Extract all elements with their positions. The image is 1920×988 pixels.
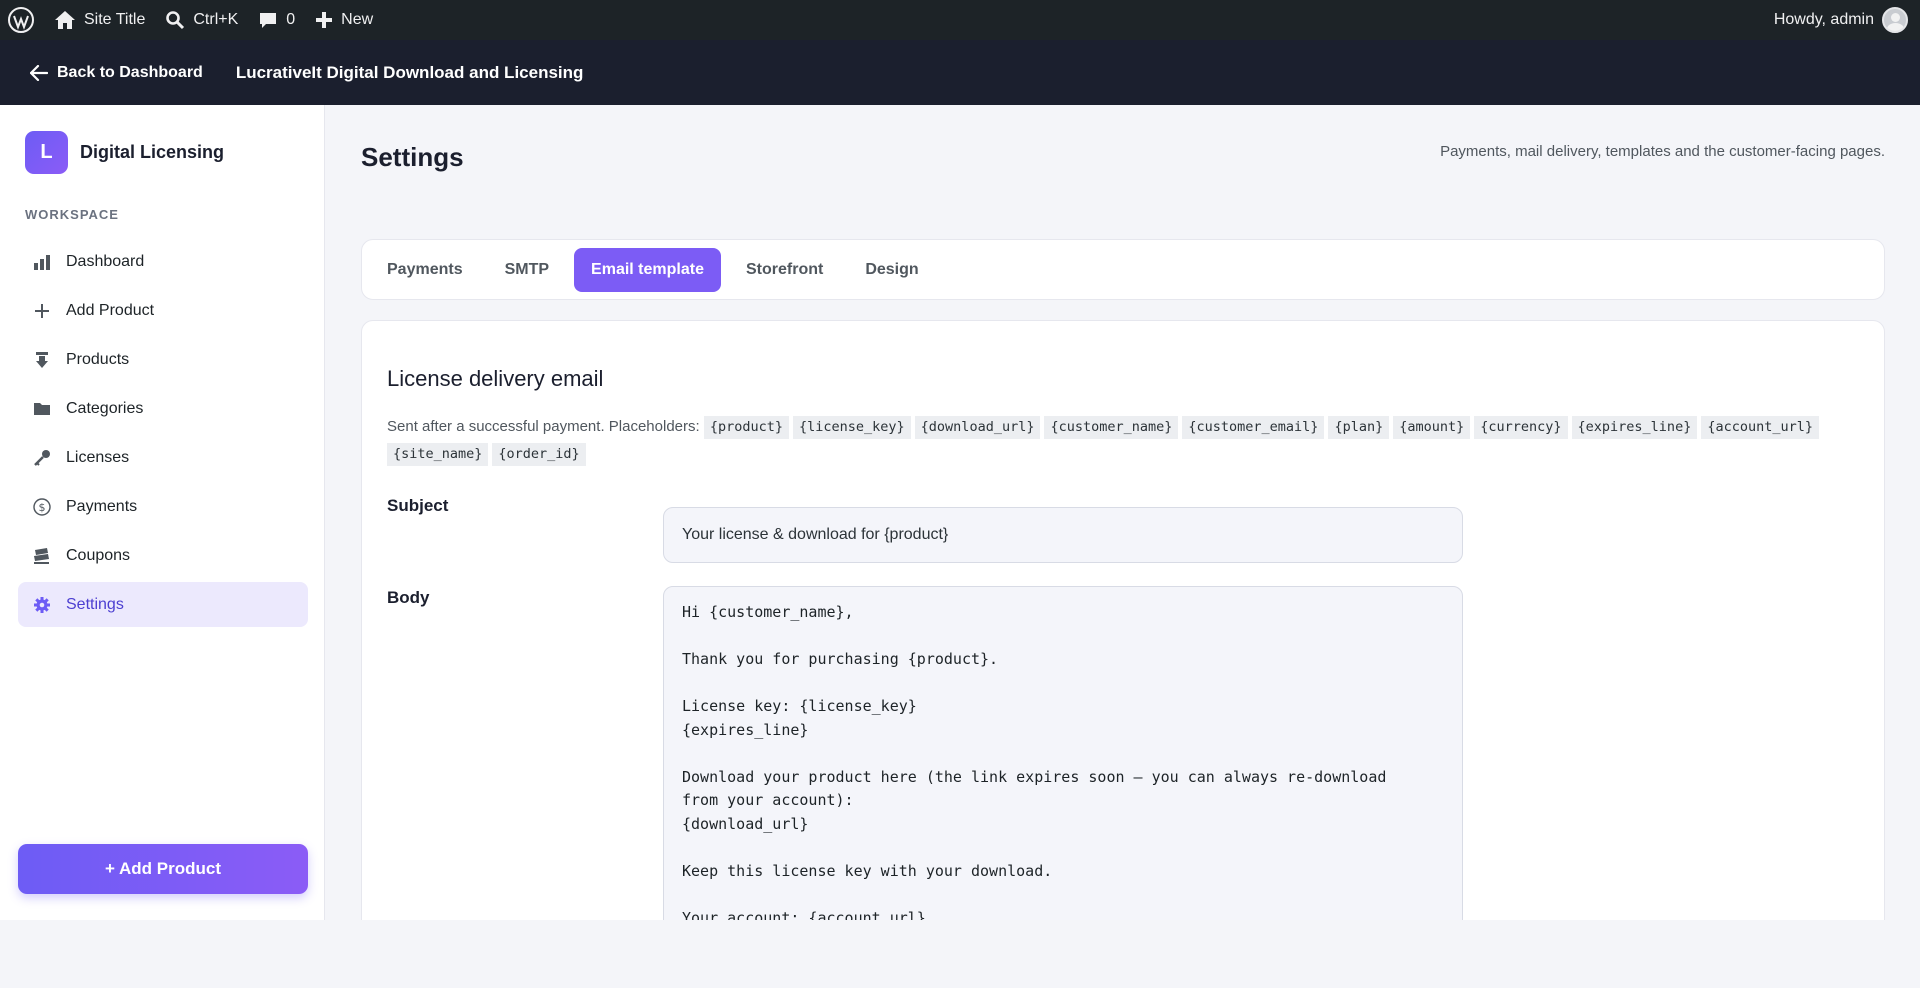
sidebar-item-label: Settings [66, 595, 124, 613]
add-product-button[interactable]: + Add Product [18, 844, 308, 894]
placeholder-code: {customer_email} [1182, 415, 1325, 439]
comments-link[interactable]: 0 [248, 0, 305, 40]
chart-bar-icon [32, 252, 52, 272]
page-footer-area [0, 920, 1920, 988]
sidebar-item-label: Dashboard [66, 252, 145, 270]
site-title-label: Site Title [84, 11, 146, 28]
folder-icon [32, 399, 52, 419]
sidebar-item-label: Products [66, 350, 130, 368]
tab-smtp[interactable]: SMTP [488, 248, 566, 292]
avatar [1882, 7, 1908, 33]
brand: L Digital Licensing [25, 131, 224, 174]
svg-text:$: $ [39, 501, 46, 514]
sidebar-item-add-product[interactable]: Add Product [18, 288, 308, 333]
body-label: Body [387, 588, 430, 607]
sidebar-item-label: Coupons [66, 546, 131, 564]
workspace-section-label: WORKSPACE [25, 207, 119, 222]
sidebar-item-coupons[interactable]: Coupons [18, 533, 308, 578]
placeholder-code: {download_url} [914, 415, 1041, 439]
sidebar-item-dashboard[interactable]: Dashboard [18, 239, 308, 284]
sidebar-item-label: Add Product [66, 301, 155, 319]
sidebar-item-products[interactable]: Products [18, 337, 308, 382]
wordpress-logo-icon [8, 7, 34, 33]
arrow-left-icon [30, 64, 48, 81]
dollar-circle-icon: $ [32, 497, 52, 517]
sidebar-item-label: Licenses [66, 448, 130, 466]
tab-payments[interactable]: Payments [370, 248, 480, 292]
subject-input[interactable]: Your license & download for {product} [663, 507, 1463, 563]
new-label: New [341, 11, 374, 28]
brand-name: Digital Licensing [80, 142, 225, 162]
sidebar-nav: Dashboard Add Product Products Categorie… [18, 239, 308, 631]
settings-tabs: Payments SMTP Email template Storefront … [361, 239, 1885, 300]
search-icon [166, 11, 185, 30]
tab-design[interactable]: Design [848, 248, 935, 292]
wordpress-logo-button[interactable] [0, 0, 44, 40]
sidebar-item-payments[interactable]: $ Payments [18, 484, 308, 529]
tab-email-template[interactable]: Email template [574, 247, 721, 292]
email-template-card: License delivery email Sent after a succ… [361, 320, 1885, 986]
help-text: Sent after a successful payment. Placeho… [387, 418, 700, 435]
placeholder-code: {amount} [1393, 415, 1471, 439]
placeholder-code: {site_name} [387, 442, 489, 466]
sidebar-item-label: Categories [66, 399, 144, 417]
sidebar-item-settings[interactable]: Settings [18, 582, 308, 627]
download-icon [32, 350, 52, 370]
sidebar-item-licenses[interactable]: Licenses [18, 435, 308, 480]
new-content-link[interactable]: New [305, 0, 383, 40]
howdy-label: Howdy, admin [1773, 11, 1874, 28]
comment-icon [260, 13, 277, 28]
key-icon [32, 448, 52, 468]
site-title-link[interactable]: Site Title [44, 0, 155, 40]
admin-bar: Site Title Ctrl+K 0 New Howdy, admin [0, 0, 1920, 40]
placeholder-code: {license_key} [793, 415, 911, 439]
sidebar: L Digital Licensing WORKSPACE Dashboard … [0, 105, 325, 920]
back-label: Back to Dashboard [57, 63, 203, 81]
back-to-dashboard-link[interactable]: Back to Dashboard [30, 64, 203, 82]
placeholder-code: {plan} [1328, 415, 1390, 439]
placeholder-code: {expires_line} [1571, 415, 1698, 439]
tickets-icon [32, 546, 52, 566]
placeholder-code: {currency} [1474, 415, 1568, 439]
placeholder-code: {product} [703, 415, 789, 439]
page-title: Settings [361, 142, 464, 172]
sidebar-item-label: Payments [66, 497, 138, 515]
card-title: License delivery email [387, 366, 604, 391]
main-content: Settings Payments, mail delivery, templa… [326, 105, 1920, 986]
plus-icon [32, 301, 52, 321]
brand-logo: L [25, 131, 68, 174]
search-shortcut-button[interactable]: Ctrl+K [155, 0, 248, 40]
plus-icon [316, 12, 333, 28]
placeholders-help: Sent after a successful payment. Placeho… [387, 413, 1857, 467]
placeholder-code: {customer_name} [1044, 415, 1179, 439]
plugin-topbar: Back to Dashboard LucrativeIt Digital Do… [0, 40, 1920, 105]
plugin-title: LucrativeIt Digital Download and Licensi… [235, 62, 584, 82]
comments-count: 0 [286, 11, 296, 28]
subject-label: Subject [387, 496, 449, 515]
my-account-link[interactable]: Howdy, admin [1764, 0, 1920, 40]
gear-icon [32, 595, 52, 615]
placeholder-code: {order_id} [492, 442, 586, 466]
page-subtitle: Payments, mail delivery, templates and t… [1440, 143, 1885, 160]
sidebar-item-categories[interactable]: Categories [18, 386, 308, 431]
placeholder-code: {account_url} [1701, 415, 1819, 439]
search-shortcut-label: Ctrl+K [193, 11, 239, 28]
home-icon [55, 11, 75, 29]
tab-storefront[interactable]: Storefront [729, 248, 840, 292]
